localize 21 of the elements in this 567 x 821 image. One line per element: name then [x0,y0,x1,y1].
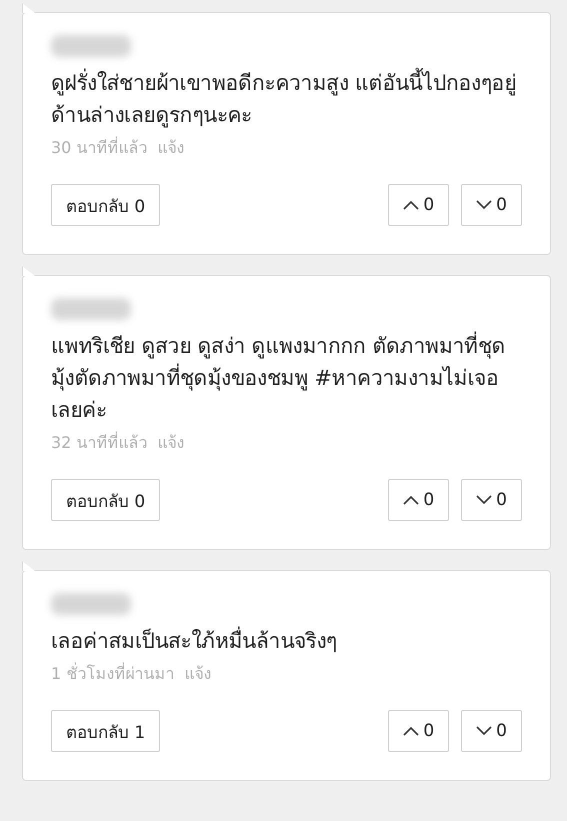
reply-button[interactable]: ตอบกลับ 0 [51,184,160,226]
chevron-down-icon [476,200,492,210]
timestamp: 30 นาทีที่แล้ว [51,136,148,159]
chevron-up-icon [403,200,420,210]
chevron-down-icon [476,726,492,736]
comment-text: ดูฝรั่งใส่ชายผ้าเขาพอดีกะความสูง แต่อันนี้ไปกองๆอยู่ด้านล่างเลยดูรกๆนะคะ [51,67,522,131]
downvote-button[interactable]: 0 [461,479,522,521]
comment-text: แพทริเชีย ดูสวย ดูสง่า ดูแพงมากกก ตัดภาพมาที่ชุดมุ้งตัดภาพมาที่ชุดมุ้งของชมพู #หาความงามไม่เจอเลยค่ะ [51,330,522,426]
downvote-button[interactable]: 0 [461,184,522,226]
downvote-button[interactable]: 0 [461,710,522,752]
reply-button[interactable]: ตอบกลับ 0 [51,479,160,521]
comment-text: เลอค่าสมเป็นสะใภ้หมื่นล้านจริงๆ [51,625,522,657]
upvote-button[interactable]: 0 [388,184,450,226]
upvote-button[interactable]: 0 [388,710,450,752]
chevron-down-icon [476,495,492,505]
chevron-up-icon [403,726,420,736]
timestamp: 1 ชั่วโมงที่ผ่านมา [51,662,174,685]
reply-button[interactable]: ตอบกลับ 1 [51,710,160,752]
chevron-up-icon [403,495,420,505]
timestamp: 32 นาทีที่แล้ว [51,430,148,454]
upvote-button[interactable]: 0 [388,479,450,521]
